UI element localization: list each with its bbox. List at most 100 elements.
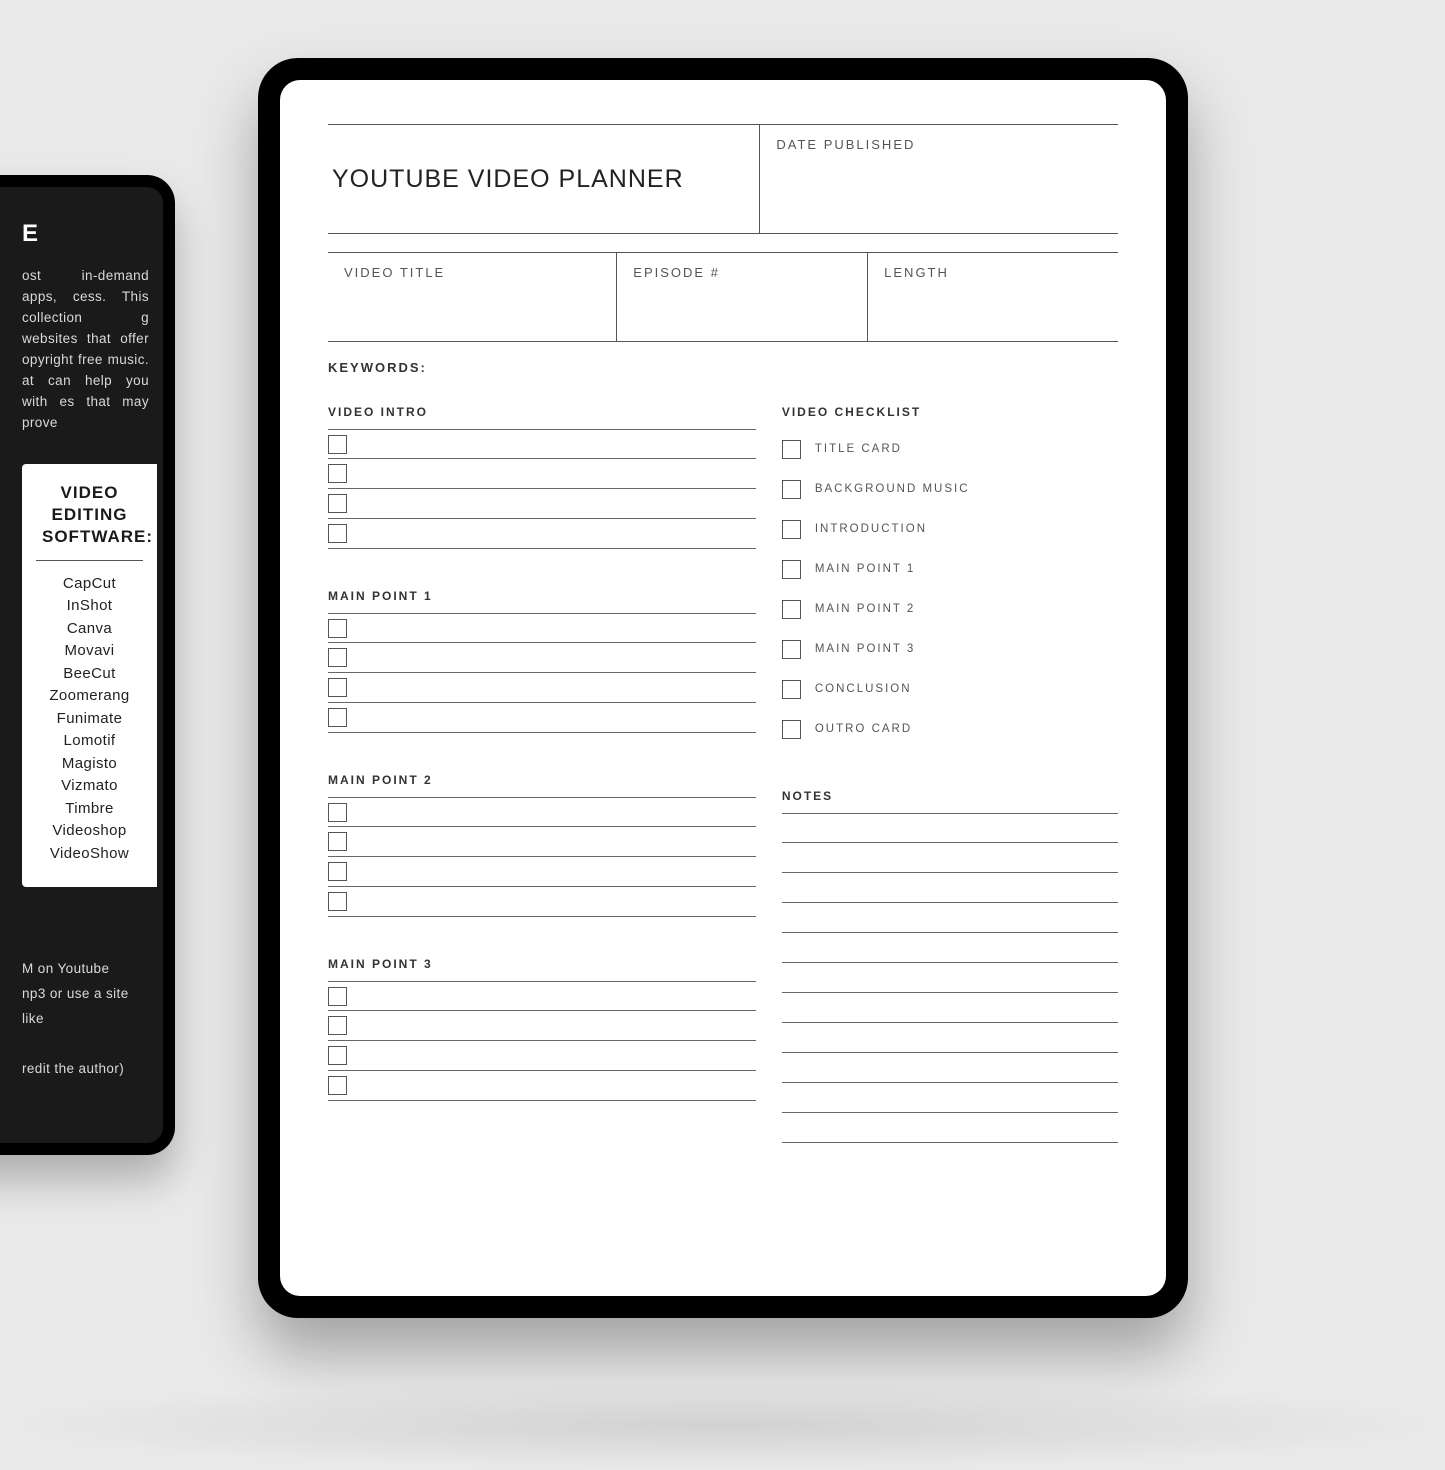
- checkbox-line[interactable]: [328, 643, 756, 673]
- video-title-field[interactable]: VIDEO TITLE: [328, 253, 616, 341]
- main-point-2-section: MAIN POINT 2: [328, 773, 756, 917]
- checkbox-line[interactable]: [328, 519, 756, 549]
- checklist-item[interactable]: BACKGROUND MUSIC: [782, 469, 1118, 509]
- checkbox-line[interactable]: [328, 981, 756, 1011]
- checklist-item[interactable]: CONCLUSION: [782, 669, 1118, 709]
- checkbox[interactable]: [328, 708, 347, 727]
- left-bottom-line: redit the author): [22, 1057, 149, 1082]
- checkbox[interactable]: [782, 720, 801, 739]
- checkbox[interactable]: [328, 678, 347, 697]
- checkbox-line[interactable]: [328, 797, 756, 827]
- checkbox[interactable]: [782, 640, 801, 659]
- checkbox-line[interactable]: [328, 673, 756, 703]
- left-heading-fragment: E: [22, 215, 149, 252]
- notes-line[interactable]: [782, 963, 1118, 993]
- video-intro-lines[interactable]: [328, 429, 756, 549]
- checkbox[interactable]: [328, 524, 347, 543]
- header-row-1: YOUTUBE VIDEO PLANNER DATE PUBLISHED: [328, 124, 1118, 234]
- checkbox-line[interactable]: [328, 1041, 756, 1071]
- left-bottom-text: M on Youtubenp3 or use a site like redit…: [0, 887, 163, 1102]
- checkbox[interactable]: [328, 494, 347, 513]
- video-checklist-label: VIDEO CHECKLIST: [782, 405, 1118, 419]
- video-editing-software-card: VIDEO EDITING SOFTWARE: CapCutInShotCanv…: [22, 464, 157, 888]
- checkbox[interactable]: [328, 892, 347, 911]
- checkbox[interactable]: [328, 1046, 347, 1065]
- date-published-field[interactable]: DATE PUBLISHED: [759, 125, 1118, 233]
- software-list-item: Vizmato: [22, 775, 157, 798]
- length-field[interactable]: LENGTH: [867, 253, 1118, 341]
- checklist-item[interactable]: MAIN POINT 1: [782, 549, 1118, 589]
- main-point-1-lines[interactable]: [328, 613, 756, 733]
- checkbox-line[interactable]: [328, 489, 756, 519]
- checkbox[interactable]: [328, 648, 347, 667]
- notes-line[interactable]: [782, 993, 1118, 1023]
- checklist-item[interactable]: OUTRO CARD: [782, 709, 1118, 749]
- notes-line[interactable]: [782, 873, 1118, 903]
- length-label: LENGTH: [884, 265, 949, 280]
- checklist-item[interactable]: TITLE CARD: [782, 429, 1118, 469]
- main-point-2-lines[interactable]: [328, 797, 756, 917]
- checkbox[interactable]: [328, 464, 347, 483]
- checkbox-line[interactable]: [328, 1071, 756, 1101]
- software-list-item: Timbre: [22, 798, 157, 821]
- left-intro-block: E ost in-demand apps, cess. This collect…: [0, 187, 163, 454]
- notes-lines[interactable]: [782, 813, 1118, 1143]
- software-list-item: VideoShow: [22, 843, 157, 866]
- checkbox-line[interactable]: [328, 857, 756, 887]
- checkbox-line[interactable]: [328, 703, 756, 733]
- notes-line[interactable]: [782, 903, 1118, 933]
- notes-line[interactable]: [782, 813, 1118, 843]
- notes-line[interactable]: [782, 1023, 1118, 1053]
- notes-line[interactable]: [782, 1053, 1118, 1083]
- checkbox[interactable]: [328, 1076, 347, 1095]
- checkbox[interactable]: [782, 440, 801, 459]
- checkbox[interactable]: [782, 680, 801, 699]
- checkbox[interactable]: [328, 1016, 347, 1035]
- main-point-3-label: MAIN POINT 3: [328, 957, 756, 971]
- right-column: VIDEO CHECKLIST TITLE CARD BACKGROUND MUS…: [782, 405, 1118, 1143]
- checkbox[interactable]: [782, 480, 801, 499]
- notes-line[interactable]: [782, 843, 1118, 873]
- video-checklist-rows: TITLE CARD BACKGROUND MUSIC INTRODUCTION MA…: [782, 429, 1118, 749]
- software-list-item: Lomotif: [22, 730, 157, 753]
- checkbox-line[interactable]: [328, 613, 756, 643]
- main-point-3-section: MAIN POINT 3: [328, 957, 756, 1101]
- software-list-item: Funimate: [22, 708, 157, 731]
- checklist-item[interactable]: MAIN POINT 3: [782, 629, 1118, 669]
- shadow-decoration: [0, 1380, 1445, 1470]
- checklist-item-label: CONCLUSION: [815, 683, 912, 695]
- checkbox[interactable]: [328, 619, 347, 638]
- checkbox-line[interactable]: [328, 827, 756, 857]
- main-point-3-lines[interactable]: [328, 981, 756, 1101]
- checkbox-line[interactable]: [328, 459, 756, 489]
- checkbox-line[interactable]: [328, 429, 756, 459]
- software-list-item: Canva: [22, 618, 157, 641]
- checklist-item-label: TITLE CARD: [815, 443, 902, 455]
- software-list-item: Magisto: [22, 753, 157, 776]
- checklist-item-label: BACKGROUND MUSIC: [815, 483, 970, 495]
- checkbox-line[interactable]: [328, 1011, 756, 1041]
- checkbox[interactable]: [328, 862, 347, 881]
- checkbox-line[interactable]: [328, 887, 756, 917]
- planner-body: VIDEO INTRO MAIN POINT 1 MAIN POINT 2 MA…: [328, 405, 1118, 1143]
- checklist-item[interactable]: MAIN POINT 2: [782, 589, 1118, 629]
- checkbox[interactable]: [328, 803, 347, 822]
- checklist-item-label: MAIN POINT 2: [815, 603, 915, 615]
- checkbox[interactable]: [782, 520, 801, 539]
- checkbox[interactable]: [782, 600, 801, 619]
- checkbox[interactable]: [782, 560, 801, 579]
- checklist-item-label: MAIN POINT 1: [815, 563, 915, 575]
- checklist-item-label: MAIN POINT 3: [815, 643, 915, 655]
- episode-label: EPISODE #: [633, 265, 720, 280]
- episode-field[interactable]: EPISODE #: [616, 253, 867, 341]
- checkbox[interactable]: [328, 832, 347, 851]
- planner-page: YOUTUBE VIDEO PLANNER DATE PUBLISHED VID…: [280, 80, 1166, 1296]
- checklist-item[interactable]: INTRODUCTION: [782, 509, 1118, 549]
- checkbox[interactable]: [328, 987, 347, 1006]
- notes-line[interactable]: [782, 1083, 1118, 1113]
- left-intro-text: ost in-demand apps, cess. This collectio…: [22, 266, 149, 433]
- notes-line[interactable]: [782, 933, 1118, 963]
- checkbox[interactable]: [328, 435, 347, 454]
- main-point-1-section: MAIN POINT 1: [328, 589, 756, 733]
- notes-line[interactable]: [782, 1113, 1118, 1143]
